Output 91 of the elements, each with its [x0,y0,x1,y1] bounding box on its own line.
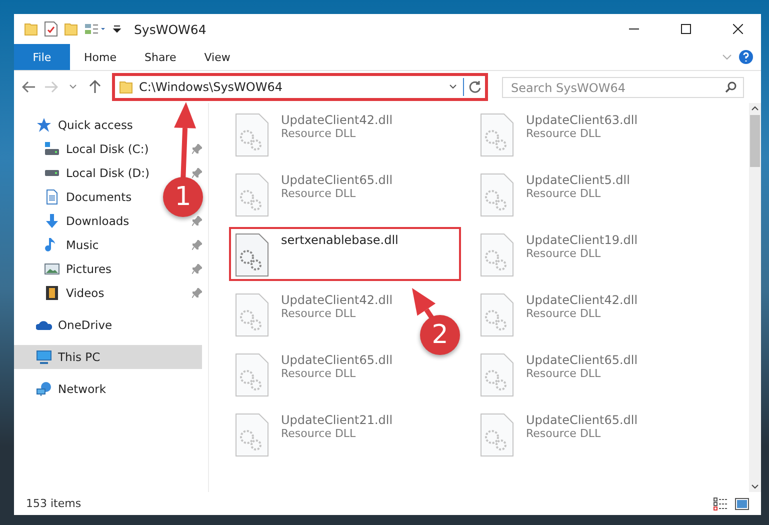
gear-file-icon [235,293,269,337]
nav-item[interactable]: Downloads [14,209,136,233]
search-icon [725,80,737,92]
nav-item[interactable]: Quick access [14,113,139,137]
nav-item[interactable]: Videos [14,281,110,305]
folder-icon [119,80,133,94]
window-title: SysWOW64 [134,22,208,36]
nav-item[interactable]: Pictures [14,257,118,281]
gear-file-icon [480,413,514,457]
minimize-icon [629,28,639,30]
file-name: UpdateClient63.dll [526,113,638,127]
gear-file-icon [235,233,269,277]
file-type: Resource DLL [526,127,602,140]
file-type: Resource DLL [526,187,602,200]
file-type: Resource DLL [281,427,357,440]
nav-item[interactable]: Local Disk (D:) [14,161,156,185]
gear-file-icon [235,413,269,457]
close-icon [733,24,743,34]
view-options-icon[interactable] [84,22,106,36]
pin-icon[interactable] [192,288,202,298]
gear-file-icon [235,113,269,157]
properties-icon[interactable] [44,21,58,37]
gear-file-icon [480,353,514,397]
pin-icon[interactable] [192,264,202,274]
nav-item[interactable]: Music [14,233,105,257]
gear-file-icon [480,113,514,157]
ribbon-tab[interactable]: Share [130,44,190,70]
gear-file-icon [480,293,514,337]
file-name: UpdateClient42.dll [281,113,393,127]
pin-icon[interactable] [192,216,202,226]
file-type: Resource DLL [281,367,357,380]
nav-item[interactable]: Network [14,377,112,401]
folder-icon [64,22,78,36]
back-arrow-icon [22,81,36,93]
up-arrow-icon [89,80,101,94]
scrollbar[interactable] [749,103,761,492]
file-type: Resource DLL [526,247,602,260]
drive-icon [44,170,60,176]
file-name: UpdateClient65.dll [281,353,393,367]
ribbon-tab[interactable]: Home [70,44,130,70]
forward-arrow-icon [44,81,58,93]
scrollbar-thumb[interactable] [750,115,760,167]
file-type: Resource DLL [526,367,602,380]
star-icon [36,117,52,133]
file-name: sertxenablebase.dll [281,233,398,247]
file-type: Resource DLL [526,307,602,320]
film-icon [44,285,60,301]
nav-item[interactable]: Documents [14,185,138,209]
address-path: C:\Windows\SysWOW64 [139,80,284,94]
download-icon [44,213,60,229]
file-type: Resource DLL [281,127,357,140]
file-type: Resource DLL [281,307,357,320]
file-tile[interactable]: sertxenablebase.dll [229,227,461,281]
gear-file-icon [235,173,269,217]
thumbnail-view-icon[interactable] [735,498,749,510]
address-bar[interactable]: C:\Windows\SysWOW64 [112,73,488,101]
file-name: UpdateClient19.dll [526,233,638,247]
document-icon [44,189,60,205]
search-field[interactable]: Search SysWOW64 [502,77,744,98]
file-name: UpdateClient21.dll [281,413,393,427]
drive-icon [44,142,60,156]
gear-file-icon [480,233,514,277]
pin-icon[interactable] [192,144,202,154]
folder-icon [24,22,38,36]
file-name: UpdateClient5.dll [526,173,630,187]
gear-file-icon [480,173,514,217]
item-count: 153 items [26,497,82,510]
nav-item[interactable]: OneDrive [14,313,118,337]
file-name: UpdateClient42.dll [526,293,638,307]
monitor-icon [36,349,52,365]
file-menu-tab[interactable]: File [14,44,70,70]
refresh-icon[interactable] [468,80,482,94]
ribbon-tab[interactable]: View [190,44,244,70]
file-type: Resource DLL [526,427,602,440]
chevron-down-icon [69,84,77,90]
details-view-icon[interactable] [713,496,729,510]
file-name: UpdateClient65.dll [526,413,638,427]
gear-file-icon [235,353,269,397]
maximize-icon [681,24,691,34]
file-name: UpdateClient65.dll [281,173,393,187]
pin-icon[interactable] [192,168,202,178]
caret-icon[interactable] [112,24,122,34]
arrow [412,288,436,320]
picture-icon [44,261,60,277]
file-type: Resource DLL [281,187,357,200]
pin-icon[interactable] [192,240,202,250]
network-icon [36,381,52,397]
nav-item[interactable]: Local Disk (C:) [14,137,155,161]
nav-item[interactable]: This PC [14,345,202,369]
file-name: UpdateClient65.dll [526,353,638,367]
file-name: UpdateClient42.dll [281,293,393,307]
